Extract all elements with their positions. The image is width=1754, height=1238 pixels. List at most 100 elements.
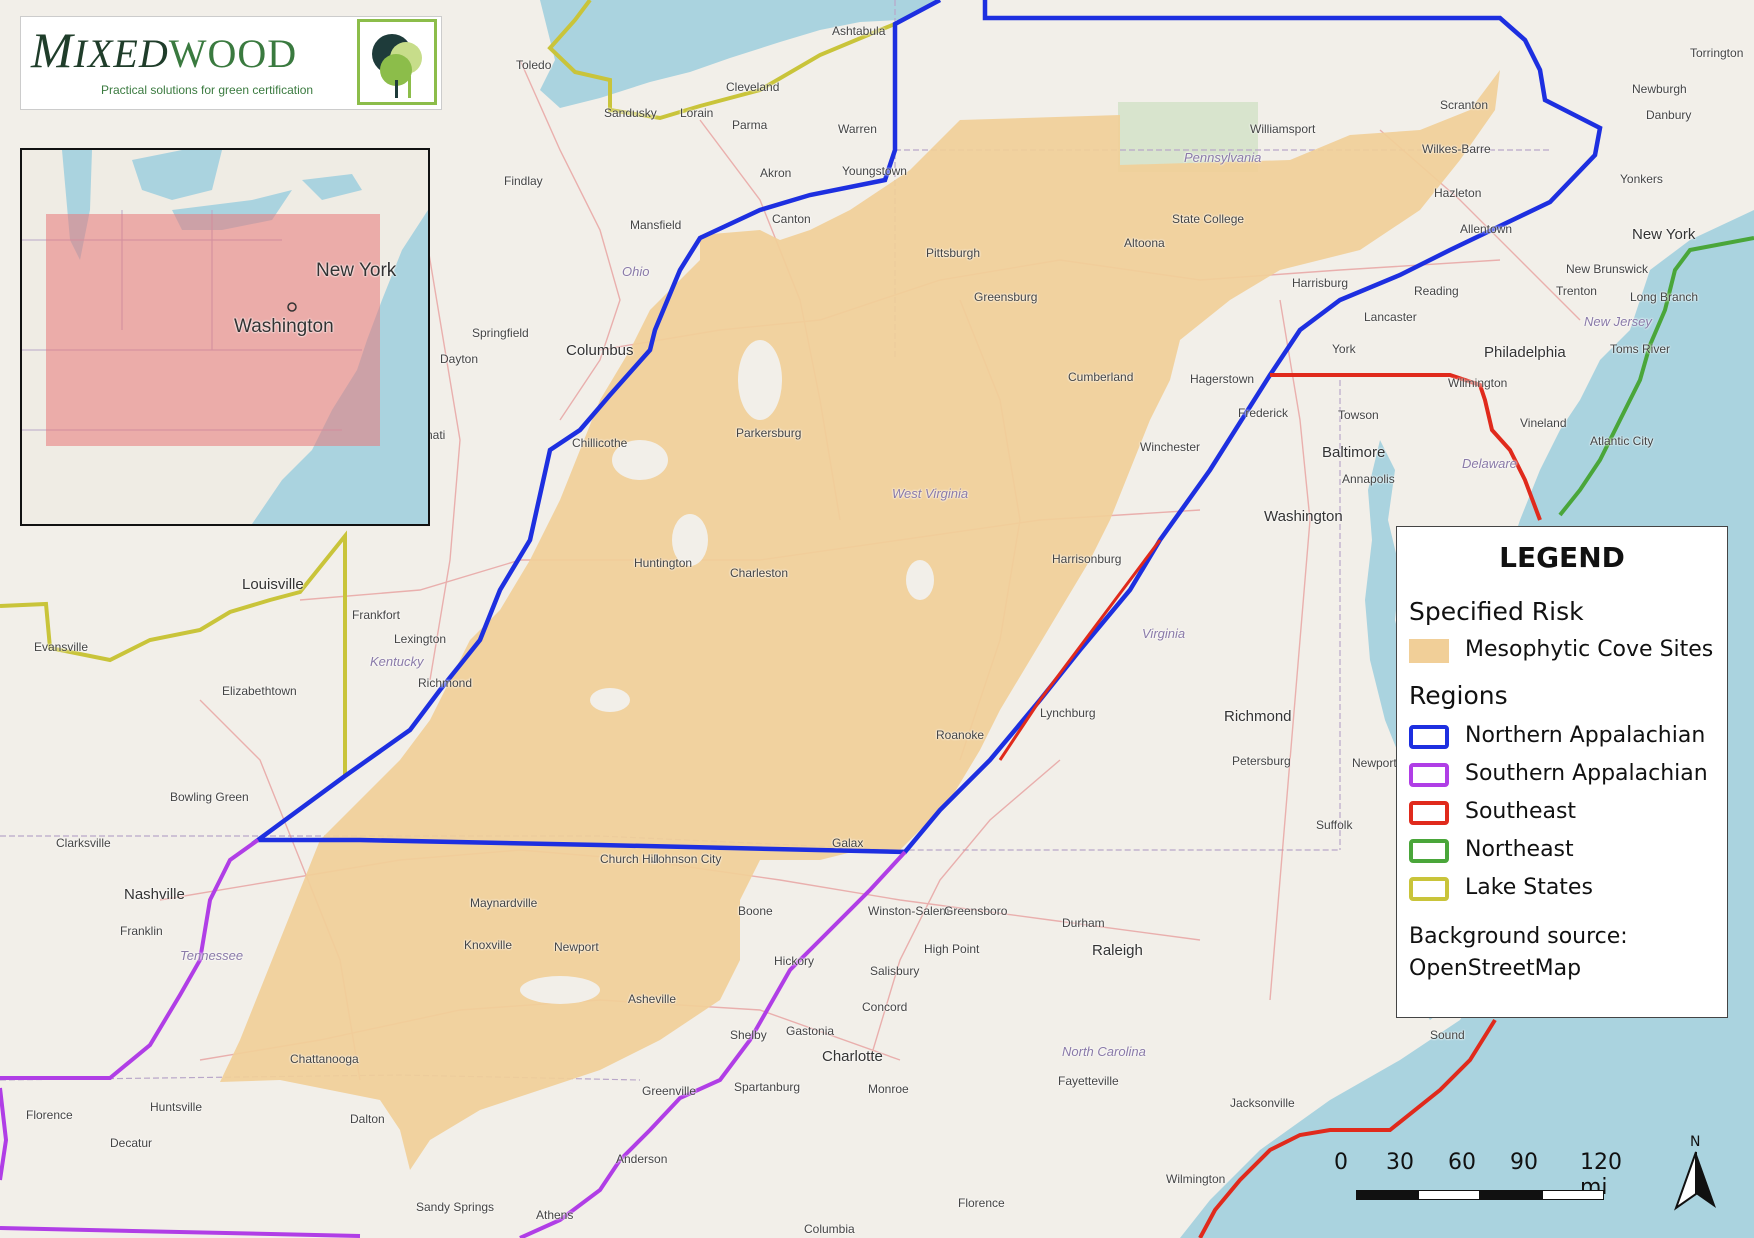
place-toledo: Toledo — [516, 58, 552, 72]
place-newport: Newport — [554, 940, 599, 954]
legend-risk-heading: Specified Risk — [1409, 597, 1584, 626]
place-washington: Washington — [1264, 508, 1343, 525]
place-parkersburg: Parkersburg — [736, 426, 802, 440]
place-athens: Athens — [536, 1208, 574, 1222]
place-youngstown: Youngstown — [842, 164, 907, 178]
place-church-hill: Church Hill — [600, 852, 659, 866]
place-suffolk: Suffolk — [1316, 818, 1353, 832]
scale-segment — [1356, 1190, 1418, 1200]
north-arrow-icon: N — [1668, 1134, 1724, 1214]
place-huntsville: Huntsville — [150, 1100, 203, 1114]
logo-tagline: Practical solutions for green certificat… — [101, 83, 314, 97]
legend-regions-heading: Regions — [1409, 681, 1508, 710]
southeast-swatch — [1409, 801, 1449, 825]
place-parma: Parma — [732, 118, 768, 132]
scale-segment — [1418, 1190, 1480, 1200]
legend-source-line1: Background source: — [1409, 924, 1628, 949]
place-durham: Durham — [1062, 916, 1105, 930]
place-atlantic-city: Atlantic City — [1590, 434, 1654, 448]
place-virginia: Virginia — [1142, 626, 1186, 641]
place-yonkers: Yonkers — [1620, 172, 1663, 186]
place-jacksonville: Jacksonville — [1230, 1096, 1295, 1110]
place-lexington: Lexington — [394, 632, 447, 646]
place-salisbury: Salisbury — [870, 964, 920, 978]
logo-brand-rest: IXED — [73, 31, 169, 76]
place-canton: Canton — [772, 212, 811, 226]
place-high-point: High Point — [924, 942, 980, 956]
place-louisville: Louisville — [242, 576, 304, 593]
place-florence-al: Florence — [26, 1108, 73, 1122]
legend-label: Southern Appalachian — [1465, 761, 1708, 786]
place-charleston: Charleston — [730, 566, 789, 580]
place-franklin: Franklin — [120, 924, 163, 938]
legend-title: LEGEND — [1499, 541, 1625, 574]
place-state-college: State College — [1172, 212, 1245, 226]
place-dalton: Dalton — [350, 1112, 385, 1126]
mixedwood-logo: MIXEDWOOD Practical solutions for green … — [20, 16, 442, 110]
scale-segment — [1480, 1190, 1542, 1200]
place-columbia: Columbia — [804, 1222, 855, 1236]
place-dayton: Dayton — [440, 352, 479, 366]
place-hazleton: Hazleton — [1434, 186, 1482, 200]
place-greenville: Greenville — [642, 1084, 697, 1098]
scale-tick: 0 — [1334, 1150, 1348, 1175]
place-frankfort: Frankfort — [352, 608, 401, 622]
place-philadelphia: Philadelphia — [1484, 344, 1566, 361]
place-wilkes-barre: Wilkes-Barre — [1422, 142, 1491, 156]
place-new-brunswick: New Brunswick — [1566, 262, 1649, 276]
place-kentucky: Kentucky — [370, 654, 424, 669]
place-wilmington-de: Wilmington — [1448, 376, 1508, 390]
legend-label: Southeast — [1465, 799, 1577, 824]
place-shelby: Shelby — [730, 1028, 767, 1042]
place-new-jersey: New Jersey — [1584, 314, 1652, 329]
place-sandusky: Sandusky — [604, 106, 657, 120]
scale-bar: 0 30 60 90 120 mi — [1334, 1146, 1622, 1206]
place-winchester: Winchester — [1140, 440, 1201, 454]
place-wilmington-nc: Wilmington — [1166, 1172, 1226, 1186]
place-toms-river: Toms River — [1610, 342, 1671, 356]
place-pamlico-sound: Sound — [1430, 1028, 1465, 1042]
place-findlay: Findlay — [504, 174, 543, 188]
lake-states-swatch — [1409, 877, 1449, 901]
place-monroe: Monroe — [868, 1082, 909, 1096]
place-raleigh: Raleigh — [1092, 942, 1143, 959]
inset-overview-map: New York Washington — [20, 148, 430, 526]
place-long-branch: Long Branch — [1630, 290, 1699, 304]
logo-wordmark: MIXEDWOOD — [31, 21, 297, 79]
place-richmond-ky: Richmond — [418, 676, 473, 690]
place-greensboro: Greensboro — [944, 904, 1008, 918]
place-nashville: Nashville — [124, 886, 185, 903]
place-reading: Reading — [1414, 284, 1459, 298]
place-mansfield: Mansfield — [630, 218, 682, 232]
place-johnson-city: Johnson City — [652, 852, 722, 866]
place-chillicothe: Chillicothe — [572, 436, 628, 450]
place-hickory: Hickory — [774, 954, 815, 968]
scale-tick: 30 — [1386, 1150, 1414, 1175]
place-evansville: Evansville — [34, 640, 89, 654]
place-knoxville: Knoxville — [464, 938, 513, 952]
place-roanoke: Roanoke — [936, 728, 985, 742]
place-fayetteville: Fayetteville — [1058, 1074, 1119, 1088]
place-warren: Warren — [838, 122, 877, 136]
legend-cove-label: Mesophytic Cove Sites — [1465, 637, 1714, 662]
place-akron: Akron — [760, 166, 792, 180]
place-clarksville: Clarksville — [56, 836, 111, 850]
place-ashtabula: Ashtabula — [832, 24, 886, 38]
logo-brand-first: M — [31, 22, 74, 78]
place-decatur: Decatur — [110, 1136, 153, 1150]
place-altoona: Altoona — [1124, 236, 1165, 250]
place-asheville: Asheville — [628, 992, 677, 1006]
place-greensburg: Greensburg — [974, 290, 1038, 304]
place-spartanburg: Spartanburg — [734, 1080, 801, 1094]
tree-logo-icon — [357, 19, 437, 105]
place-williamsport: Williamsport — [1250, 122, 1316, 136]
place-tennessee: Tennessee — [180, 948, 244, 963]
place-bowling-green: Bowling Green — [170, 790, 249, 804]
place-maynardville: Maynardville — [470, 896, 538, 910]
place-lynchburg: Lynchburg — [1040, 706, 1096, 720]
inset-map-graphic — [22, 150, 428, 524]
northeast-swatch — [1409, 839, 1449, 863]
legend-source-line2: OpenStreetMap — [1409, 956, 1582, 981]
map-legend: LEGEND Specified Risk Mesophytic Cove Si… — [1396, 526, 1728, 1018]
place-north-carolina: North Carolina — [1062, 1044, 1146, 1059]
